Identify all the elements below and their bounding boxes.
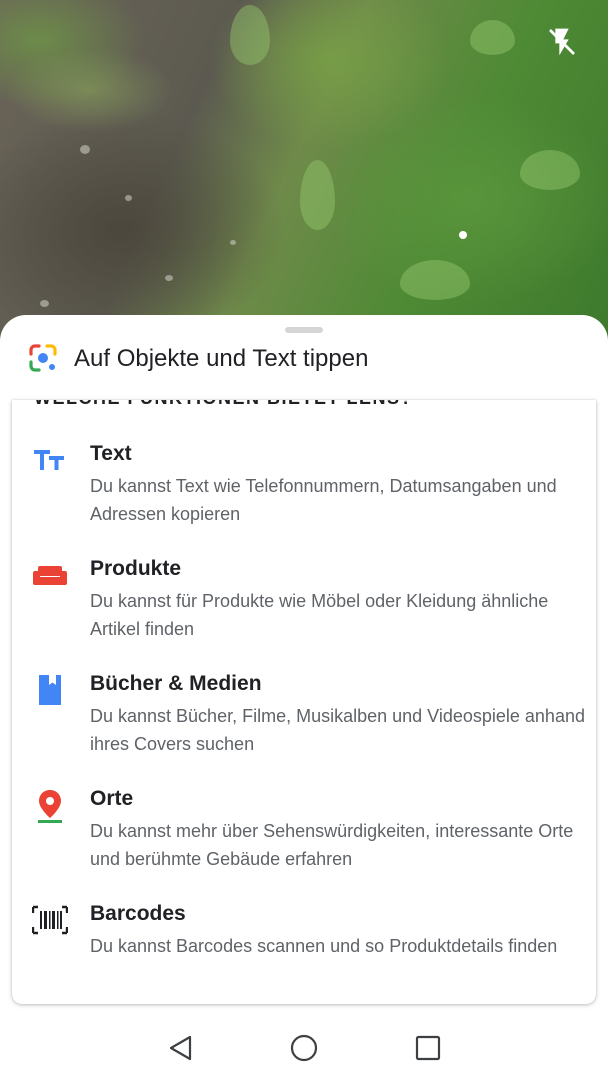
feature-title: Bücher & Medien (90, 672, 262, 695)
sheet-header: Auf Objekte und Text tippen (0, 337, 608, 399)
feature-description: Du kannst Text wie Telefonnummern, Datum… (90, 476, 557, 524)
camera-viewfinder[interactable] (0, 0, 608, 345)
place-pin-icon (32, 789, 68, 823)
grass-leaf (400, 260, 470, 300)
focus-dot (459, 231, 467, 239)
ground-speck (230, 240, 236, 245)
feature-description: Du kannst Bücher, Filme, Musikalben und … (90, 706, 585, 754)
feature-books-media: Bücher & Medien Du kannst Bücher, Filme,… (12, 670, 596, 760)
flash-off-icon[interactable] (546, 26, 578, 58)
feature-description: Du kannst Barcodes scannen und so Produk… (90, 936, 558, 956)
sofa-icon (32, 559, 68, 591)
recents-square-icon[interactable] (413, 1033, 443, 1063)
back-triangle-icon[interactable] (166, 1033, 196, 1063)
grass-leaf (470, 20, 515, 55)
book-icon (32, 674, 68, 706)
ground-speck (80, 145, 90, 154)
text-icon (32, 444, 68, 476)
sheet-drag-handle[interactable] (285, 327, 323, 333)
ground-speck (40, 300, 49, 307)
feature-title: Barcodes (90, 902, 186, 925)
home-circle-icon[interactable] (289, 1033, 319, 1063)
feature-description: Du kannst mehr über Sehenswürdigkeiten, … (90, 821, 574, 869)
bottom-sheet: Auf Objekte und Text tippen WELCHE FUNKT… (0, 315, 608, 1015)
barcode-icon (31, 904, 69, 936)
feature-products: Produkte Du kannst für Produkte wie Möbe… (12, 555, 596, 645)
grass-leaf (300, 160, 335, 230)
google-lens-icon (27, 342, 59, 374)
grass-leaf (520, 150, 580, 190)
grass-leaf (230, 5, 270, 65)
features-card[interactable]: WELCHE FUNKTIONEN BIETET LENS? Text Du k… (12, 400, 596, 1004)
feature-text: Text Du kannst Text wie Telefonnummern, … (12, 440, 596, 530)
feature-places: Orte Du kannst mehr über Sehenswürdigkei… (12, 785, 596, 875)
feature-barcodes: Barcodes Du kannst Barcodes scannen und … (12, 900, 596, 970)
ground-speck (125, 195, 132, 201)
sheet-title: Auf Objekte und Text tippen (74, 345, 369, 372)
section-heading: WELCHE FUNKTIONEN BIETET LENS? (34, 400, 413, 410)
feature-title: Text (90, 442, 132, 465)
feature-description: Du kannst für Produkte wie Möbel oder Kl… (90, 591, 549, 639)
feature-title: Orte (90, 787, 134, 810)
feature-title: Produkte (90, 557, 182, 580)
ground-speck (165, 275, 173, 281)
navigation-bar (0, 1015, 608, 1080)
